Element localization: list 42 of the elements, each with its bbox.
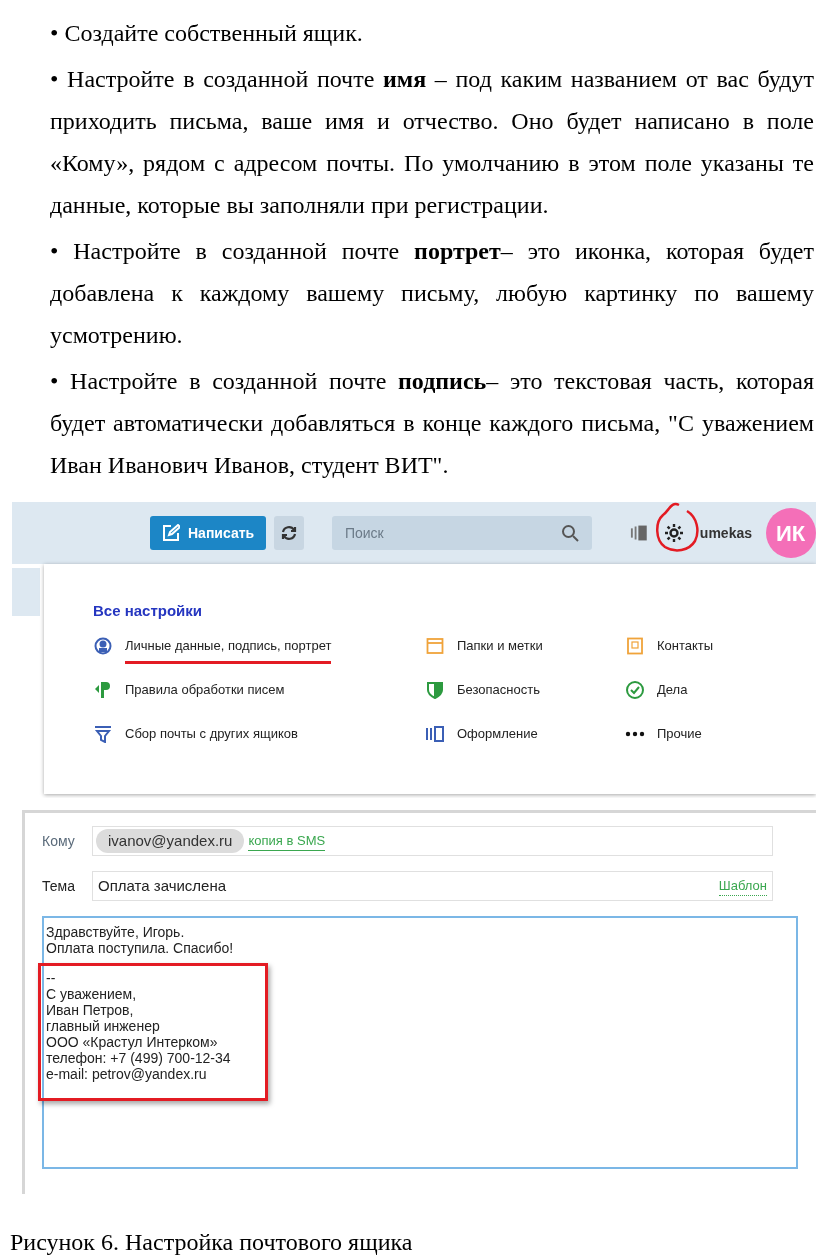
settings-icon[interactable] — [664, 523, 685, 543]
settings-link[interactable]: Папки и метки — [457, 635, 543, 665]
settings-link[interactable]: Дела — [657, 679, 688, 709]
settings-link[interactable]: Личные данные, подпись, портрет — [125, 635, 332, 665]
paragraph: • Настройте в созданной почте подпись– это текстовая часть, которая будет автоматически добавляться в конце каждого письма, "С уважением Иван Иванович Иванов, студент ВИТ". — [50, 367, 814, 480]
settings-link[interactable]: Оформление — [457, 723, 538, 753]
compose-button[interactable]: Написать — [150, 516, 267, 550]
paragraph: • Создайте собственный ящик. — [50, 19, 364, 48]
refresh-icon — [280, 525, 299, 541]
panels-icon — [425, 724, 445, 743]
refresh-button[interactable] — [274, 516, 304, 550]
settings-link[interactable]: Безопасность — [457, 679, 540, 709]
paragraph: • Настройте в созданной почте портрет– это иконка, которая будет добавлена к каждому вашему письму, любую картинку по вашему усмотрению. — [50, 237, 814, 350]
flag-icon — [94, 680, 112, 699]
sidebar-strip — [12, 568, 40, 616]
subject-text: Оплата зачислена — [98, 875, 227, 896]
shield-icon — [426, 680, 444, 699]
to-field[interactable]: ivanov@yandex.ru копия в SMS — [92, 826, 773, 856]
signature-text: -- С уважением, Иван Петров, главный инженер ООО «Крастул Интерком» телефон: +7 (499) 700-12-34 e-mail: petrov@yandex.ru — [46, 970, 232, 1082]
figure-caption: Рисунок 6. Настройка почтового ящика — [10, 1228, 414, 1257]
username[interactable]: umekas — [699, 522, 752, 544]
address-book-icon — [626, 636, 644, 655]
settings-link[interactable]: Правила обработки писем — [125, 679, 285, 709]
search-icon — [560, 524, 579, 542]
pencil-icon — [162, 524, 180, 542]
search-field[interactable]: Поиск — [331, 516, 592, 550]
person-circle-icon — [94, 636, 112, 655]
recipient-chip[interactable]: ivanov@yandex.ru — [96, 829, 245, 853]
settings-link[interactable]: Сбор почты с других ящиков — [125, 723, 298, 753]
to-label: Кому — [42, 831, 76, 851]
funnel-icon — [94, 724, 112, 743]
paragraph: • Настройте в созданной почте имя – под каким названием от вас будут приходить письма, ваше имя и отчество. Оно будет написано в поле «Кому», рядом с адресом почты. По умолчанию в этом поле указаны те данные, которые вы заполняли при регистрации. — [50, 65, 814, 220]
subject-field[interactable]: Оплата зачислена Шаблон — [92, 871, 773, 901]
settings-title: Все настройки — [93, 601, 204, 621]
message-text: Здравствуйте, Игорь. Оплата поступила. Спасибо! — [46, 924, 235, 956]
settings-link[interactable]: Контакты — [657, 635, 714, 665]
columns-icon[interactable] — [629, 524, 649, 542]
folder-icon — [426, 636, 444, 655]
subject-label: Тема — [42, 876, 76, 896]
dots-icon — [625, 730, 645, 737]
check-circle-icon — [625, 679, 645, 700]
settings-link[interactable]: Прочие — [657, 723, 702, 753]
